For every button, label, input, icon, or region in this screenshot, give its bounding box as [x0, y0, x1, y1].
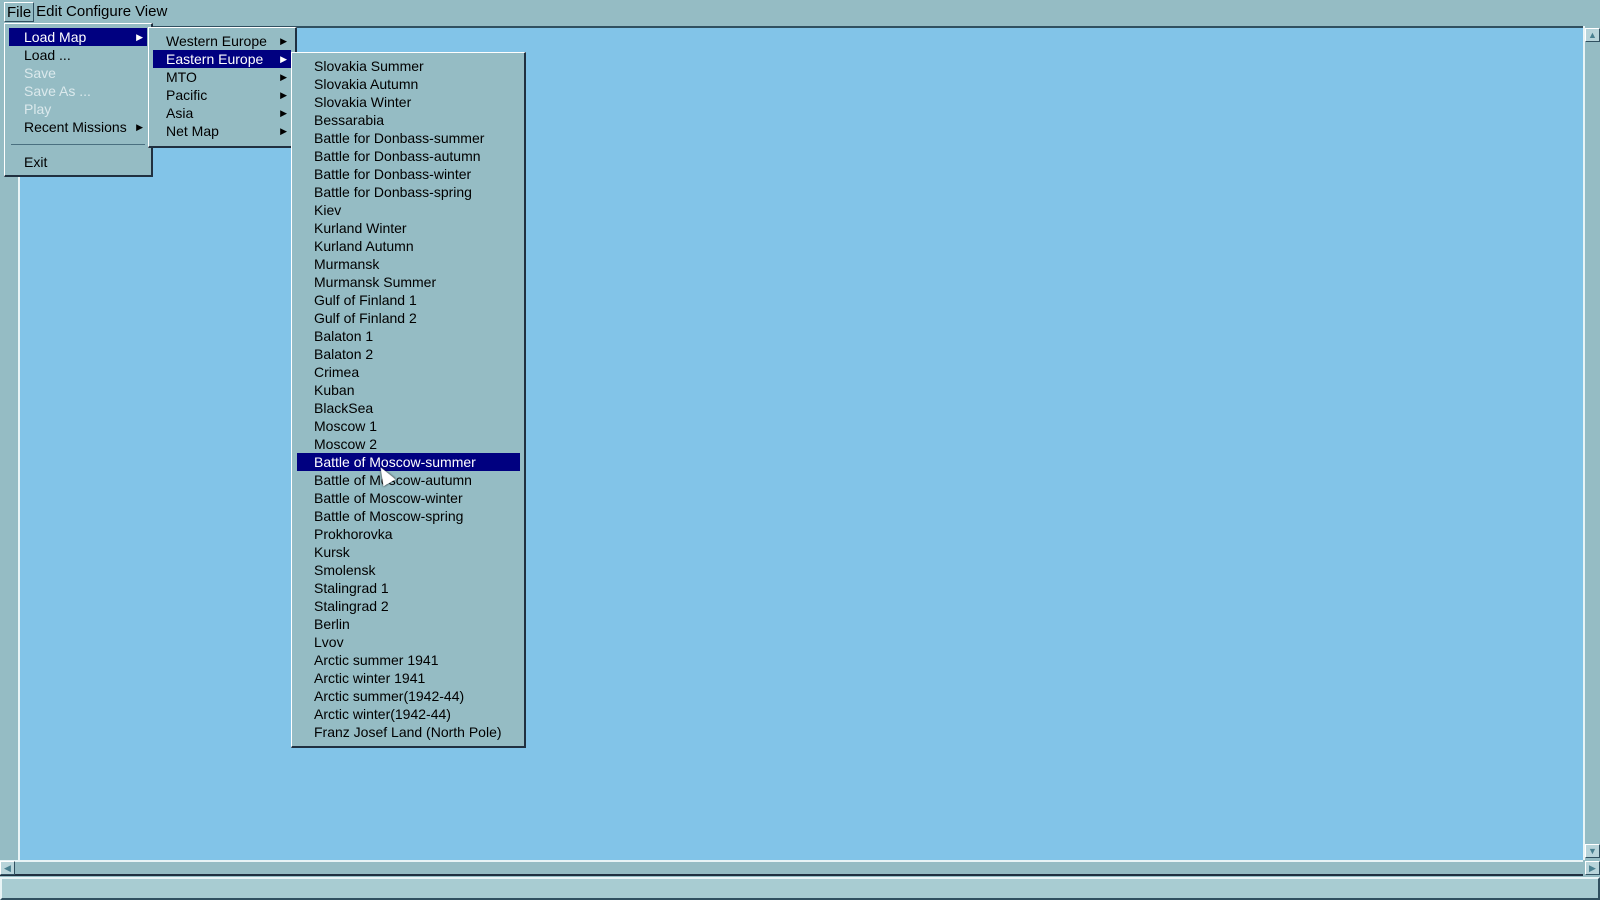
submenu-item-label: Western Europe: [166, 33, 267, 49]
menu-item-exit[interactable]: Exit: [9, 153, 147, 171]
map-item[interactable]: Battle for Donbass-winter: [297, 165, 520, 183]
vertical-scrollbar[interactable]: ▲ ▼: [1583, 26, 1600, 860]
map-item[interactable]: Smolensk: [297, 561, 520, 579]
submenu-arrow-icon: ▶: [136, 32, 143, 42]
menu-item-load[interactable]: Load ...: [9, 46, 147, 64]
map-item[interactable]: Arctic summer(1942-44): [297, 687, 520, 705]
map-item[interactable]: BlackSea: [297, 399, 520, 417]
map-item[interactable]: Franz Josef Land (North Pole): [297, 723, 520, 741]
file-menu: Load Map ▶ Load ... Save Save As ... Play…: [4, 23, 153, 177]
submenu-item-label: Asia: [166, 105, 194, 121]
menu-item-play: Play: [24, 101, 52, 117]
scroll-right-icon[interactable]: ▶: [1585, 861, 1600, 875]
menu-separator: [11, 144, 145, 145]
map-item[interactable]: Battle of Moscow-summer: [297, 453, 520, 471]
submenu-item-net-map[interactable]: Net Map ▶: [153, 122, 291, 140]
submenu-item-label: Pacific: [166, 87, 208, 103]
map-item[interactable]: Moscow 2: [297, 435, 520, 453]
map-item[interactable]: Moscow 1: [297, 417, 520, 435]
map-item[interactable]: Battle for Donbass-summer: [297, 129, 520, 147]
map-item[interactable]: Stalingrad 2: [297, 597, 520, 615]
map-item[interactable]: Slovakia Autumn: [297, 75, 520, 93]
map-canvas[interactable]: [20, 26, 1583, 860]
submenu-item-eastern-europe[interactable]: Eastern Europe ▶: [153, 50, 291, 68]
submenu-arrow-icon: ▶: [280, 90, 287, 100]
menu-view[interactable]: View: [133, 2, 169, 22]
submenu-arrow-icon: ▶: [280, 126, 287, 136]
map-item[interactable]: Arctic winter(1942-44): [297, 705, 520, 723]
map-item[interactable]: Bessarabia: [297, 111, 520, 129]
horizontal-scrollbar[interactable]: ◀: [0, 860, 1583, 876]
menu-edit[interactable]: Edit: [34, 2, 64, 22]
submenu-arrow-icon: ▶: [280, 36, 287, 46]
load-map-submenu: Western Europe ▶ Eastern Europe ▶ MTO ▶ Pacifi…: [148, 27, 297, 148]
map-item[interactable]: Berlin: [297, 615, 520, 633]
map-item[interactable]: Battle for Donbass-autumn: [297, 147, 520, 165]
menu-configure[interactable]: Configure: [64, 2, 133, 22]
menu-item-save: Save: [24, 65, 56, 81]
map-item[interactable]: Kurland Autumn: [297, 237, 520, 255]
map-item[interactable]: Battle for Donbass-spring: [297, 183, 520, 201]
map-item[interactable]: Stalingrad 1: [297, 579, 520, 597]
scroll-up-icon[interactable]: ▲: [1585, 28, 1600, 42]
submenu-item-label: MTO: [166, 69, 197, 85]
menu-file[interactable]: File: [4, 2, 35, 22]
map-item[interactable]: Gulf of Finland 1: [297, 291, 520, 309]
map-item[interactable]: Gulf of Finland 2: [297, 309, 520, 327]
menu-item-recent-missions[interactable]: Recent Missions ▶: [9, 118, 147, 136]
map-item[interactable]: Slovakia Winter: [297, 93, 520, 111]
submenu-item-label: Net Map: [166, 123, 219, 139]
map-item[interactable]: Arctic winter 1941: [297, 669, 520, 687]
map-item[interactable]: Battle of Moscow-spring: [297, 507, 520, 525]
scroll-down-icon[interactable]: ▼: [1585, 844, 1600, 858]
status-bar: [0, 877, 1600, 900]
submenu-item-asia[interactable]: Asia ▶: [153, 104, 291, 122]
map-item[interactable]: Battle of Moscow-winter: [297, 489, 520, 507]
map-item[interactable]: Prokhorovka: [297, 525, 520, 543]
map-item[interactable]: Murmansk: [297, 255, 520, 273]
submenu-arrow-icon: ▶: [280, 108, 287, 118]
submenu-arrow-icon: ▶: [136, 122, 143, 132]
submenu-item-pacific[interactable]: Pacific ▶: [153, 86, 291, 104]
submenu-item-western-europe[interactable]: Western Europe ▶: [153, 32, 291, 50]
map-item[interactable]: Crimea: [297, 363, 520, 381]
eastern-europe-submenu: Slovakia Summer Slovakia Autumn Slovakia W…: [291, 52, 526, 748]
map-item[interactable]: Kursk: [297, 543, 520, 561]
map-item[interactable]: Arctic summer 1941: [297, 651, 520, 669]
map-item[interactable]: Lvov: [297, 633, 520, 651]
map-item[interactable]: Slovakia Summer: [297, 57, 520, 75]
submenu-item-mto[interactable]: MTO ▶: [153, 68, 291, 86]
map-item[interactable]: Kuban: [297, 381, 520, 399]
map-item[interactable]: Balaton 2: [297, 345, 520, 363]
submenu-arrow-icon: ▶: [280, 54, 287, 64]
map-item[interactable]: Murmansk Summer: [297, 273, 520, 291]
map-item[interactable]: Battle of Moscow-autumn: [297, 471, 520, 489]
menu-item-load-map[interactable]: Load Map ▶: [9, 28, 147, 46]
menu-item-save-as: Save As ...: [24, 83, 91, 99]
submenu-item-label: Eastern Europe: [166, 51, 264, 67]
map-item[interactable]: Kiev: [297, 201, 520, 219]
map-item[interactable]: Kurland Winter: [297, 219, 520, 237]
menu-bar: File Edit Configure View: [0, 0, 1600, 24]
scroll-left-icon[interactable]: ◀: [0, 861, 15, 875]
submenu-arrow-icon: ▶: [280, 72, 287, 82]
map-item[interactable]: Balaton 1: [297, 327, 520, 345]
